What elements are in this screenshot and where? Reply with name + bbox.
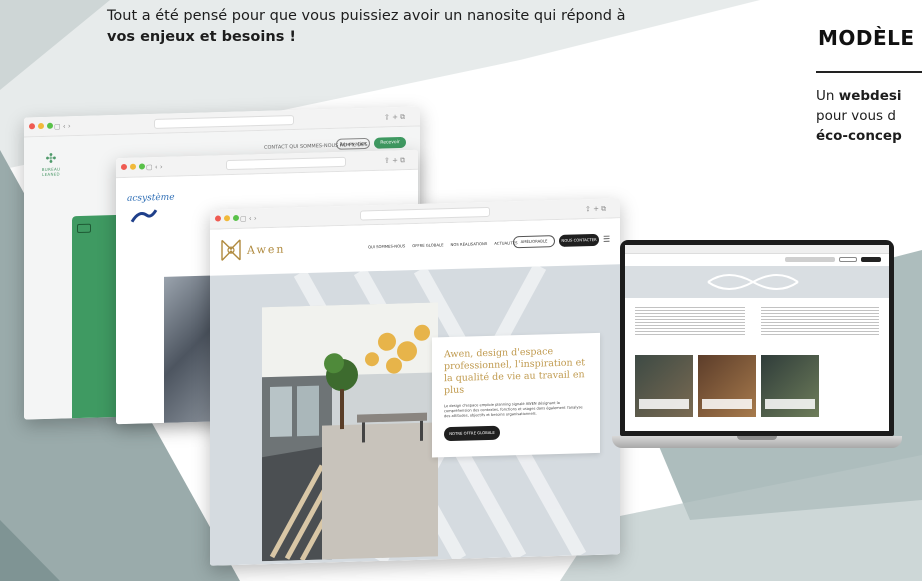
hero-title: Awen, design d'espace professionnel, l'i… — [444, 346, 586, 397]
url-bar[interactable] — [154, 114, 294, 129]
nav-link-about[interactable]: QUI SOMMES-NOUS — [368, 243, 405, 249]
side-title: MODÈLE — [818, 26, 915, 50]
gallery-tile[interactable] — [635, 355, 693, 417]
secondary-button[interactable] — [839, 257, 857, 262]
close-dot-icon[interactable] — [121, 163, 127, 171]
sidebar-icon[interactable]: ▢ ‹ › — [240, 213, 257, 223]
url-bar[interactable] — [226, 156, 346, 171]
hero-text: Le design d'espace emploie planning sign… — [444, 400, 583, 419]
hero-band — [625, 266, 889, 298]
minimize-dot-icon[interactable] — [38, 122, 44, 130]
maximize-dot-icon[interactable] — [139, 163, 145, 170]
reserve-button[interactable]: Réservation — [336, 137, 370, 150]
share-icon[interactable]: ⇪ + ⧉ — [585, 204, 606, 215]
awen-logo-icon — [221, 239, 241, 261]
browser-chrome — [625, 245, 889, 254]
tagline-line2: vos enjeux et besoins ! — [107, 29, 296, 45]
hero-button[interactable]: NOTRE OFFRE GLOBALE — [444, 425, 500, 442]
brand-logo[interactable]: acsystème — [127, 193, 175, 204]
text-block — [635, 305, 745, 335]
brand-logo[interactable]: ✣ BUREAU LEANED — [33, 151, 69, 177]
close-dot-icon[interactable] — [29, 123, 35, 130]
laptop-mockup — [612, 240, 902, 462]
office-photo — [262, 302, 438, 562]
sidebar-icon[interactable]: ▢ ‹ › — [54, 121, 71, 131]
maximize-dot-icon[interactable] — [47, 122, 53, 129]
gallery-tile[interactable] — [761, 355, 819, 417]
brand-mark-icon — [130, 209, 158, 223]
contact-button[interactable] — [861, 257, 881, 262]
side-line3-bold: éco-concep — [816, 128, 902, 144]
secondary-button[interactable]: AMÉLIORABLE — [513, 235, 555, 249]
maximize-dot-icon[interactable] — [233, 214, 239, 222]
share-icon[interactable]: ⇪ + ⧉ — [384, 112, 405, 123]
site-header — [625, 254, 889, 266]
share-icon[interactable]: ⇪ + ⧉ — [384, 155, 405, 166]
gallery-tile[interactable] — [698, 355, 756, 417]
side-divider — [816, 71, 922, 73]
laptop-screen — [620, 240, 894, 436]
hero-card: Awen, design d'espace professionnel, l'i… — [432, 332, 600, 458]
text-block — [761, 305, 879, 335]
hamburger-icon[interactable]: ☰ — [603, 235, 611, 244]
side-line2: pour vous d — [816, 108, 896, 124]
close-dot-icon[interactable] — [215, 215, 221, 222]
ornament-graphic — [707, 274, 799, 290]
side-line1-bold: webdesi — [838, 88, 902, 104]
offer-button[interactable]: Recevoir l'offre — [374, 136, 406, 156]
tagline: Tout a été pensé pour que vous puissiez … — [107, 6, 757, 48]
side-description: Un webdesi pour vous d éco-concep — [816, 86, 902, 146]
minimize-dot-icon[interactable] — [224, 215, 230, 222]
contact-button[interactable]: NOUS CONTACTER — [559, 233, 599, 247]
main-nav: QUI SOMMES-NOUS OFFRE GLOBALE NOS RÉALIS… — [368, 240, 518, 249]
laptop-notch — [737, 436, 777, 440]
brand-logo[interactable]: Awen — [219, 236, 285, 264]
tagline-line1: Tout a été pensé pour que vous puissiez … — [107, 8, 626, 24]
hero-section: Awen, design d'espace professionnel, l'i… — [210, 264, 620, 566]
minimize-dot-icon[interactable] — [130, 163, 136, 170]
nav-link-offer[interactable]: OFFRE GLOBALE — [412, 242, 443, 248]
brand-name: Awen — [247, 242, 286, 257]
url-bar[interactable] — [360, 206, 490, 221]
browser-window-front: ▢ ‹ › ⇪ + ⧉ Awen QUI SOMMES-NOUS OFFRE G… — [210, 198, 620, 566]
side-line1-prefix: Un — [816, 88, 839, 104]
nav-link-projects[interactable]: NOS RÉALISATIONS — [450, 241, 487, 247]
sidebar-icon[interactable]: ▢ ‹ › — [146, 162, 163, 172]
